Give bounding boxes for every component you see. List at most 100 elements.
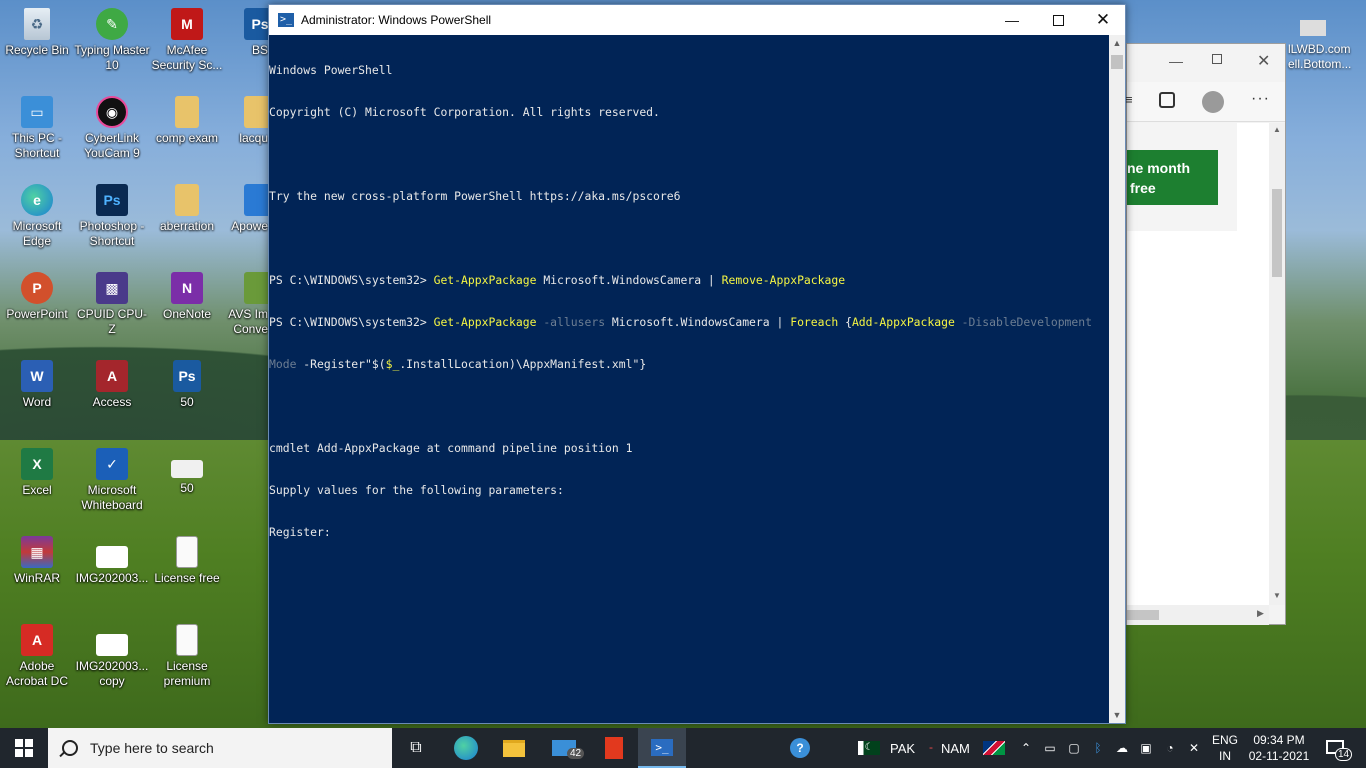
clock[interactable]: 09:34 PM 02-11-2021 bbox=[1248, 732, 1310, 764]
desktop-icon-mcafee[interactable]: M McAfee Security Sc... bbox=[149, 8, 225, 73]
recycle-bin-icon: ♻ bbox=[24, 8, 50, 40]
namibia-flag-icon[interactable] bbox=[983, 741, 1005, 755]
desktop-icon-avs[interactable]: AVS Im Conve bbox=[224, 272, 268, 337]
scroll-down-icon[interactable]: ▼ bbox=[1273, 591, 1281, 600]
desktop-icon-psd-50[interactable]: Ps 50 bbox=[149, 360, 225, 410]
console-line: Copyright (C) Microsoft Corporation. All… bbox=[269, 105, 1109, 119]
volume-muted-icon[interactable]: ✕ bbox=[1186, 740, 1202, 756]
reading-list-icon[interactable]: ≡ bbox=[1125, 92, 1133, 107]
console-scrollbar[interactable]: ▲ ▼ bbox=[1109, 35, 1125, 723]
acrobat-icon: A bbox=[21, 624, 53, 656]
taskbar-search-box[interactable]: Type here to search bbox=[48, 728, 392, 768]
desktop-icon-label: AVS Im Conve bbox=[228, 307, 268, 336]
desktop-icon-whiteboard[interactable]: ✓ Microsoft Whiteboard bbox=[74, 448, 150, 513]
file-icon bbox=[244, 96, 268, 128]
cta-line-1: ne month bbox=[1127, 160, 1190, 176]
scroll-up-icon[interactable]: ▲ bbox=[1273, 125, 1281, 134]
desktop-icon-youcam[interactable]: ◉ CyberLink YouCam 9 bbox=[74, 96, 150, 161]
scroll-thumb[interactable] bbox=[1272, 189, 1282, 277]
desktop-icon-this-pc[interactable]: ▭ This PC - Shortcut bbox=[0, 96, 75, 161]
console-line: Try the new cross-platform PowerShell ht… bbox=[269, 189, 1109, 203]
language-indicator[interactable]: ENG IN bbox=[1212, 732, 1238, 764]
desktop-icon-powerpoint[interactable]: P PowerPoint bbox=[0, 272, 75, 322]
display-icon[interactable]: ▣ bbox=[1138, 740, 1154, 756]
maximize-button[interactable] bbox=[1035, 5, 1081, 35]
taskbar-mail[interactable]: 42 bbox=[540, 728, 588, 768]
desktop-icon-label: Apowe bbox=[231, 219, 268, 233]
hscroll-thumb[interactable] bbox=[1127, 610, 1159, 620]
profile-avatar[interactable] bbox=[1202, 91, 1224, 113]
desktop-icon-partial-right[interactable]: lLWBD.com ell.Bottom... bbox=[1288, 20, 1351, 72]
desktop-icon-onenote[interactable]: N OneNote bbox=[149, 272, 225, 322]
edge-icon: e bbox=[21, 184, 53, 216]
desktop-icon-label: Photoshop - Shortcut bbox=[79, 219, 145, 248]
scroll-thumb[interactable] bbox=[1111, 55, 1123, 69]
taskbar-file-explorer[interactable] bbox=[490, 728, 538, 768]
console-text: Supply values for the following paramete… bbox=[269, 483, 564, 497]
taskbar-powershell[interactable]: >_ bbox=[638, 728, 686, 768]
desktop-icon-recycle-bin[interactable]: ♻ Recycle Bin bbox=[0, 8, 75, 58]
device-icon[interactable]: ▢ bbox=[1066, 740, 1082, 756]
start-button[interactable] bbox=[0, 728, 48, 768]
desktop-icon-label: McAfee Security Sc... bbox=[151, 43, 223, 72]
battery-icon[interactable]: ▭ bbox=[1042, 740, 1058, 756]
console-input-line[interactable]: Register: bbox=[269, 525, 1109, 539]
more-options-icon[interactable]: ··· bbox=[1251, 90, 1270, 108]
desktop-icon-bs[interactable]: Ps BS bbox=[224, 8, 268, 58]
bluetooth-icon[interactable]: ᛒ bbox=[1090, 740, 1106, 756]
desktop-icon-acrobat[interactable]: A Adobe Acrobat DC bbox=[0, 624, 75, 689]
wifi-icon[interactable]: ◔ bbox=[1162, 740, 1178, 756]
desktop-icon-access[interactable]: A Access bbox=[74, 360, 150, 410]
background-browser-window[interactable]: — ✕ ≡ ··· ne month free ▲ ▼ ▶ bbox=[1125, 43, 1286, 625]
console-output[interactable]: Windows PowerShell Copyright (C) Microso… bbox=[269, 35, 1109, 723]
desktop-icon-typing-master[interactable]: ✎ Typing Master 10 bbox=[74, 8, 150, 73]
desktop-icon-apowe[interactable]: Apowe bbox=[224, 184, 268, 234]
tray-pak-label[interactable]: PAK bbox=[890, 741, 915, 756]
minimize-button[interactable]: — bbox=[989, 5, 1035, 35]
onedrive-icon[interactable]: ☁ bbox=[1114, 740, 1130, 756]
pakistan-flag-icon[interactable]: ☾ bbox=[858, 741, 880, 755]
task-view-button[interactable]: ⧉ bbox=[392, 728, 440, 768]
desktop-icon-img-1[interactable]: IMG202003... bbox=[74, 536, 150, 586]
desktop-icon-photoshop[interactable]: Ps Photoshop - Shortcut bbox=[74, 184, 150, 249]
maximize-icon[interactable] bbox=[1212, 54, 1222, 64]
scroll-up-icon[interactable]: ▲ bbox=[1109, 35, 1125, 51]
scroll-down-icon[interactable]: ▼ bbox=[1109, 707, 1125, 723]
action-center-button[interactable]: 14 bbox=[1318, 728, 1366, 768]
powershell-titlebar[interactable]: >_ Administrator: Windows PowerShell — ✕ bbox=[269, 5, 1125, 35]
bg-window-vertical-scrollbar[interactable]: ▲ ▼ bbox=[1269, 123, 1285, 605]
desktop-icon-aberration[interactable]: aberration bbox=[149, 184, 225, 234]
taskbar-office[interactable] bbox=[590, 728, 638, 768]
tray-nam-label[interactable]: NAM bbox=[941, 741, 970, 756]
desktop-icon-license-free[interactable]: License free bbox=[149, 536, 225, 586]
collections-icon[interactable] bbox=[1159, 92, 1175, 108]
free-month-button[interactable]: ne month free bbox=[1127, 150, 1218, 205]
taskbar-edge[interactable] bbox=[442, 728, 490, 768]
bg-window-titlebar[interactable]: — ✕ bbox=[1127, 44, 1285, 82]
powershell-window[interactable]: >_ Administrator: Windows PowerShell — ✕… bbox=[268, 4, 1126, 724]
desktop-icon-lacqu[interactable]: lacqu bbox=[224, 96, 268, 146]
desktop-icon-excel[interactable]: X Excel bbox=[0, 448, 75, 498]
desktop-icon-img-copy[interactable]: IMG202003... copy bbox=[74, 624, 150, 689]
desktop-icon-comp-exam[interactable]: comp exam bbox=[149, 96, 225, 146]
this-pc-icon: ▭ bbox=[21, 96, 53, 128]
desktop-icon-img-50[interactable]: 50 bbox=[149, 448, 225, 496]
word-icon: W bbox=[21, 360, 53, 392]
desktop-icon-label: License free bbox=[154, 571, 220, 585]
desktop-icon-license-premium[interactable]: License premium bbox=[149, 624, 225, 689]
desktop-icon-label: IMG202003... copy bbox=[75, 659, 149, 688]
cta-line-2: free bbox=[1130, 180, 1156, 196]
desktop-icon-word[interactable]: W Word bbox=[0, 360, 75, 410]
help-icon[interactable]: ? bbox=[790, 738, 810, 758]
close-button[interactable]: ✕ bbox=[1080, 5, 1126, 35]
close-icon[interactable]: ✕ bbox=[1257, 51, 1270, 71]
scroll-right-icon[interactable]: ▶ bbox=[1257, 608, 1264, 619]
desktop-icon-cpuz[interactable]: ▩ CPUID CPU-Z bbox=[74, 272, 150, 337]
minimize-icon[interactable]: — bbox=[1169, 53, 1183, 69]
mcafee-icon: M bbox=[171, 8, 203, 40]
desktop-icon-winrar[interactable]: ▦ WinRAR bbox=[0, 536, 75, 586]
maximize-icon bbox=[1052, 14, 1064, 26]
desktop-icon-edge[interactable]: e Microsoft Edge bbox=[0, 184, 75, 249]
bg-window-horizontal-scrollbar[interactable]: ▶ bbox=[1127, 605, 1269, 625]
chevron-up-icon[interactable]: ⌃ bbox=[1018, 740, 1034, 756]
